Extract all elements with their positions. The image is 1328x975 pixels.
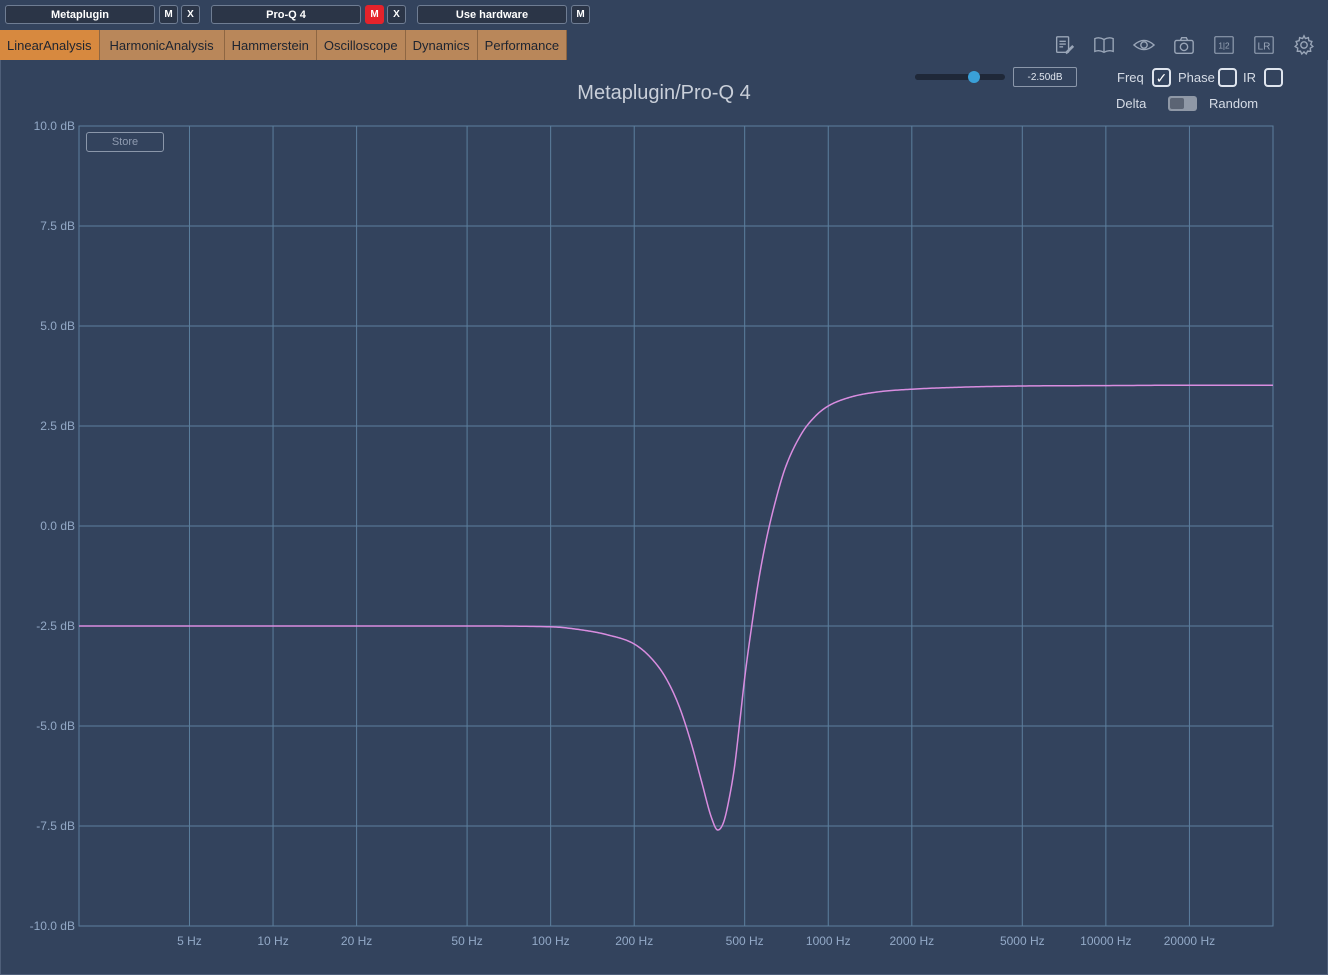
x-tick-label: 100 Hz [532,934,570,948]
frequency-response-chart: 10.0 dB 7.5 dB 5.0 dB 2.5 dB 0.0 dB -2.5 dB -5… [30,119,1274,948]
y-tick-label: -5.0 dB [36,719,75,733]
x-axis-ticks: 5 Hz 10 Hz 20 Hz 50 Hz 100 Hz 200 Hz 500 Hz 100… [177,934,1215,948]
y-tick-label: -10.0 dB [30,919,75,933]
random-label[interactable]: Random [1209,96,1258,111]
chart-grid [78,125,1274,927]
phase-label: Phase [1178,70,1215,85]
gain-slider[interactable] [915,71,1005,83]
x-tick-label: 20000 Hz [1164,934,1215,948]
gain-value-field[interactable]: -2.50dB [1013,67,1077,87]
y-tick-label: -7.5 dB [36,819,75,833]
x-tick-label: 5 Hz [177,934,202,948]
delta-label: Delta [1116,96,1147,111]
frequency-response-curve [79,384,1273,831]
phase-checkbox[interactable] [1218,68,1237,87]
freq-label: Freq [1117,70,1144,85]
x-tick-label: 1000 Hz [806,934,851,948]
ir-checkbox[interactable] [1264,68,1283,87]
x-tick-label: 2000 Hz [889,934,934,948]
x-tick-label: 20 Hz [341,934,372,948]
x-tick-label: 5000 Hz [1000,934,1045,948]
x-tick-label: 500 Hz [726,934,764,948]
y-axis-ticks: 10.0 dB 7.5 dB 5.0 dB 2.5 dB 0.0 dB -2.5 dB -5… [30,119,75,933]
freq-checkbox[interactable]: ✓ [1152,68,1171,87]
y-tick-label: 2.5 dB [40,419,75,433]
delta-toggle-knob [1170,98,1184,109]
store-button[interactable]: Store [86,132,164,152]
gain-slider-track [915,74,975,80]
ir-label: IR [1243,70,1256,85]
y-tick-label: 10.0 dB [34,119,75,133]
x-tick-label: 50 Hz [451,934,482,948]
x-tick-label: 10 Hz [257,934,288,948]
y-tick-label: 7.5 dB [40,219,75,233]
y-tick-label: -2.5 dB [36,619,75,633]
y-tick-label: 0.0 dB [40,519,75,533]
delta-toggle[interactable] [1168,96,1197,111]
x-tick-label: 200 Hz [615,934,653,948]
y-tick-label: 5.0 dB [40,319,75,333]
x-tick-label: 10000 Hz [1080,934,1131,948]
